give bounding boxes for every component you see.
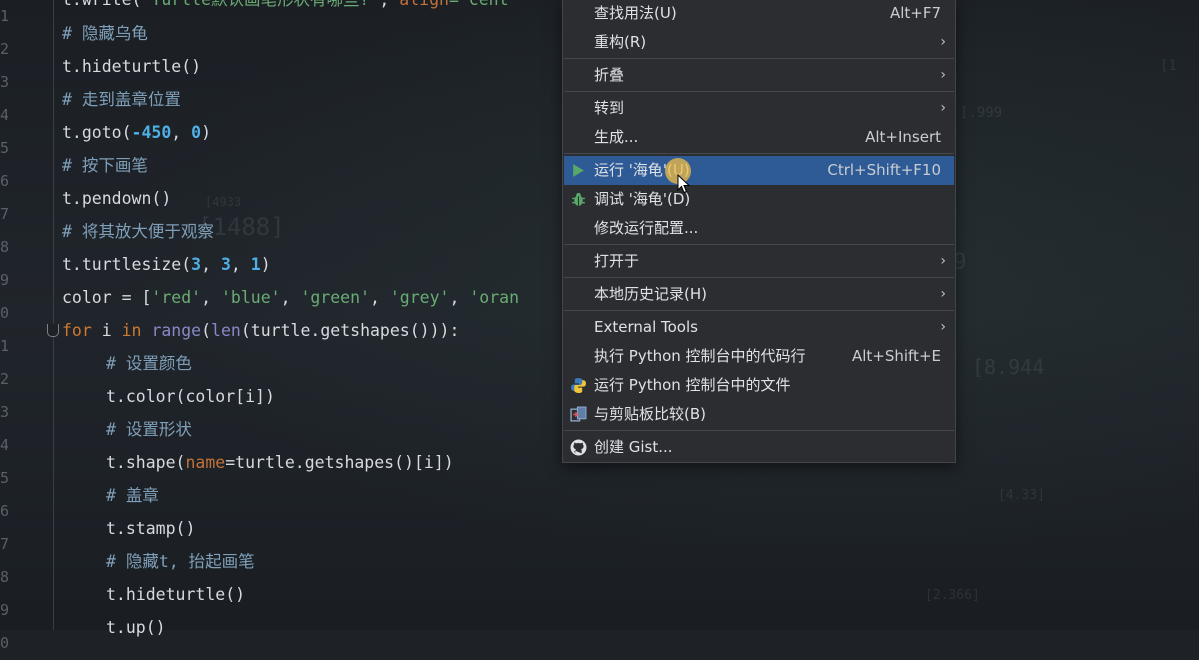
- submenu-arrow-icon: ›: [940, 286, 946, 302]
- code-line[interactable]: t.shape(name=turtle.getshapes()[i]): [62, 446, 454, 479]
- code-line[interactable]: t.hideturtle(): [62, 578, 245, 611]
- line-number: 1: [0, 337, 8, 355]
- menu-item-debug[interactable]: 调试 '海龟'(D): [564, 185, 954, 214]
- compare-icon: [570, 406, 587, 422]
- menu-separator: [564, 277, 954, 278]
- menu-item-create-gist[interactable]: 创建 Gist...: [564, 433, 954, 462]
- line-number: 0: [0, 304, 8, 322]
- line-number: 8: [0, 238, 8, 256]
- menu-separator: [564, 430, 954, 431]
- code-comment[interactable]: # 将其放大便于观察: [62, 215, 214, 248]
- code-line[interactable]: t.write('Turtle默认画笔形状有哪些?', align='cent: [62, 0, 509, 16]
- code-comment[interactable]: # 隐藏乌龟: [62, 17, 148, 50]
- menu-item-open-in[interactable]: 打开于 ›: [564, 247, 954, 276]
- code-comment[interactable]: # 隐藏t, 抬起画笔: [62, 545, 255, 578]
- mouse-pointer-icon: [677, 174, 691, 194]
- code-comment[interactable]: # 设置颜色: [62, 347, 192, 380]
- submenu-arrow-icon: ›: [940, 100, 946, 116]
- fold-marker-icon[interactable]: [47, 324, 59, 337]
- code-line[interactable]: t.hideturtle(): [62, 50, 201, 83]
- line-number: 2: [0, 370, 8, 388]
- menu-separator: [564, 244, 954, 245]
- line-number: 4: [0, 106, 8, 124]
- code-comment[interactable]: # 设置形状: [62, 413, 192, 446]
- menu-item-local-history[interactable]: 本地历史记录(H) ›: [564, 280, 954, 309]
- line-number: 2: [0, 40, 8, 58]
- menu-item-execute-line-in-console[interactable]: 执行 Python 控制台中的代码行 Alt+Shift+E: [564, 342, 954, 371]
- line-number: 7: [0, 205, 8, 223]
- code-line[interactable]: t.up(): [62, 611, 166, 644]
- line-number: 8: [0, 568, 8, 586]
- line-number: 5: [0, 139, 8, 157]
- menu-separator: [564, 153, 954, 154]
- menu-separator: [564, 310, 954, 311]
- code-comment[interactable]: # 走到盖章位置: [62, 83, 181, 116]
- code-line[interactable]: t.goto(-450, 0): [62, 116, 211, 149]
- code-comment[interactable]: # 盖章: [62, 479, 159, 512]
- menu-item-refactor[interactable]: 重构(R) ›: [564, 28, 954, 57]
- menu-item-generate[interactable]: 生成... Alt+Insert: [564, 123, 954, 152]
- debug-icon: [572, 192, 585, 206]
- submenu-arrow-icon: ›: [940, 319, 946, 335]
- line-number: 6: [0, 502, 8, 520]
- code-line[interactable]: color = ['red', 'blue', 'green', 'grey',…: [62, 281, 519, 314]
- line-number: 6: [0, 172, 8, 190]
- code-line[interactable]: for i in range(len(turtle.getshapes())):: [62, 314, 459, 347]
- code-line[interactable]: t.color(color[i]): [62, 380, 275, 413]
- line-number: 9: [0, 271, 8, 289]
- menu-item-find-usages[interactable]: 查找用法(U) Alt+F7: [564, 0, 954, 28]
- line-number: 7: [0, 535, 8, 553]
- shortcut-label: Ctrl+Shift+F10: [827, 161, 941, 179]
- menu-item-run-file-in-console[interactable]: 运行 Python 控制台中的文件: [564, 371, 954, 400]
- line-number: 3: [0, 403, 8, 421]
- menu-item-goto[interactable]: 转到 ›: [564, 94, 954, 123]
- line-number: 3: [0, 73, 8, 91]
- context-menu: 查找用法(U) Alt+F7 重构(R) › 折叠 › 转到 › 生成... A…: [562, 0, 956, 463]
- menu-item-modify-run-config[interactable]: 修改运行配置...: [564, 214, 954, 243]
- python-icon: [571, 378, 586, 393]
- code-line[interactable]: t.stamp(): [62, 512, 195, 545]
- menu-item-folding[interactable]: 折叠 ›: [564, 61, 954, 90]
- line-number: 5: [0, 469, 8, 487]
- github-icon: [570, 439, 587, 456]
- menu-item-external-tools[interactable]: External Tools ›: [564, 313, 954, 342]
- code-line[interactable]: t.turtlesize(3, 3, 1): [62, 248, 271, 281]
- shortcut-label: Alt+Insert: [865, 128, 941, 146]
- line-number: 1: [0, 7, 8, 25]
- shortcut-label: Alt+F7: [889, 4, 941, 22]
- code-comment[interactable]: # 按下画笔: [62, 149, 148, 182]
- submenu-arrow-icon: ›: [940, 67, 946, 83]
- shortcut-label: Alt+Shift+E: [851, 347, 941, 365]
- run-icon: [573, 164, 584, 177]
- code-line[interactable]: t.pendown(): [62, 182, 171, 215]
- gutter-divider: [53, 0, 54, 630]
- submenu-arrow-icon: ›: [940, 34, 946, 50]
- submenu-arrow-icon: ›: [940, 253, 946, 269]
- line-number: 0: [0, 634, 8, 652]
- menu-separator: [564, 91, 954, 92]
- line-number: 4: [0, 436, 8, 454]
- line-number: 9: [0, 601, 8, 619]
- menu-item-run[interactable]: 运行 '海龟'(U) Ctrl+Shift+F10: [564, 156, 954, 185]
- menu-item-compare-clipboard[interactable]: 与剪贴板比较(B): [564, 400, 954, 429]
- menu-separator: [564, 58, 954, 59]
